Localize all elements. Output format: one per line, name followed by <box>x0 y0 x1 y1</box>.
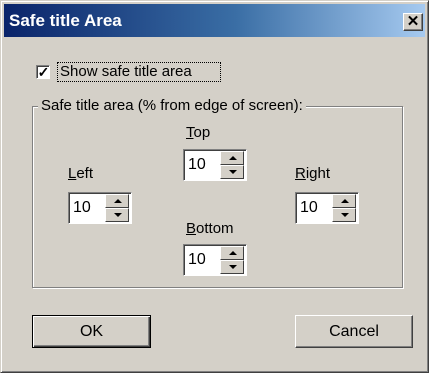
top-value-input[interactable]: 10 <box>188 156 206 174</box>
bottom-spin-up-button[interactable] <box>220 246 244 260</box>
top-label-rest: op <box>193 124 211 141</box>
arrow-up-icon <box>341 199 349 203</box>
arrow-up-icon <box>229 156 237 160</box>
window-title: Safe title Area <box>9 11 122 30</box>
right-label: Right <box>295 165 330 183</box>
bottom-label-rest: ottom <box>196 220 234 237</box>
top-spin-up-button[interactable] <box>220 151 244 165</box>
arrow-down-icon <box>229 170 237 174</box>
left-spin-up-button[interactable] <box>105 194 129 208</box>
arrow-down-icon <box>114 213 122 217</box>
title-bar: Safe title Area ✕ <box>4 4 425 37</box>
bottom-spin-down-button[interactable] <box>220 260 244 274</box>
cancel-button[interactable]: Cancel <box>295 315 413 348</box>
right-label-rest: ight <box>305 165 331 182</box>
left-spin-down-button[interactable] <box>105 208 129 222</box>
show-safe-title-checkbox[interactable]: ✓ <box>36 64 50 80</box>
bottom-spinbox: 10 <box>183 244 247 276</box>
left-spinbox: 10 <box>68 192 132 224</box>
left-label: Left <box>68 165 93 183</box>
bottom-label: Bottom <box>186 220 234 238</box>
left-value-input[interactable]: 10 <box>73 199 91 217</box>
arrow-up-icon <box>229 251 237 255</box>
top-spin-down-button[interactable] <box>220 165 244 179</box>
top-spinbox: 10 <box>183 149 247 181</box>
bottom-label-mnemonic: B <box>186 220 197 237</box>
checkmark-icon: ✓ <box>37 64 50 80</box>
show-safe-title-label[interactable]: Show safe title area <box>60 63 192 81</box>
close-button[interactable]: ✕ <box>403 13 423 31</box>
left-label-rest: eft <box>76 165 94 182</box>
top-label: Top <box>186 124 210 142</box>
safe-title-area-dialog: Safe title Area ✕ ✓ Show safe title area… <box>0 0 429 373</box>
ok-button-label: OK <box>79 323 104 340</box>
arrow-down-icon <box>341 213 349 217</box>
right-value-input[interactable]: 10 <box>300 199 318 217</box>
arrow-down-icon <box>229 265 237 269</box>
right-label-mnemonic: R <box>295 165 306 182</box>
arrow-up-icon <box>114 199 122 203</box>
close-icon: ✕ <box>406 13 420 30</box>
ok-button[interactable]: OK <box>32 315 151 348</box>
group-label: Safe title area (% from edge of screen): <box>38 97 306 115</box>
right-spin-up-button[interactable] <box>332 194 356 208</box>
bottom-value-input[interactable]: 10 <box>188 251 206 269</box>
right-spin-down-button[interactable] <box>332 208 356 222</box>
top-label-mnemonic: T <box>186 124 194 141</box>
cancel-button-label: Cancel <box>329 323 379 340</box>
right-spinbox: 10 <box>295 192 359 224</box>
